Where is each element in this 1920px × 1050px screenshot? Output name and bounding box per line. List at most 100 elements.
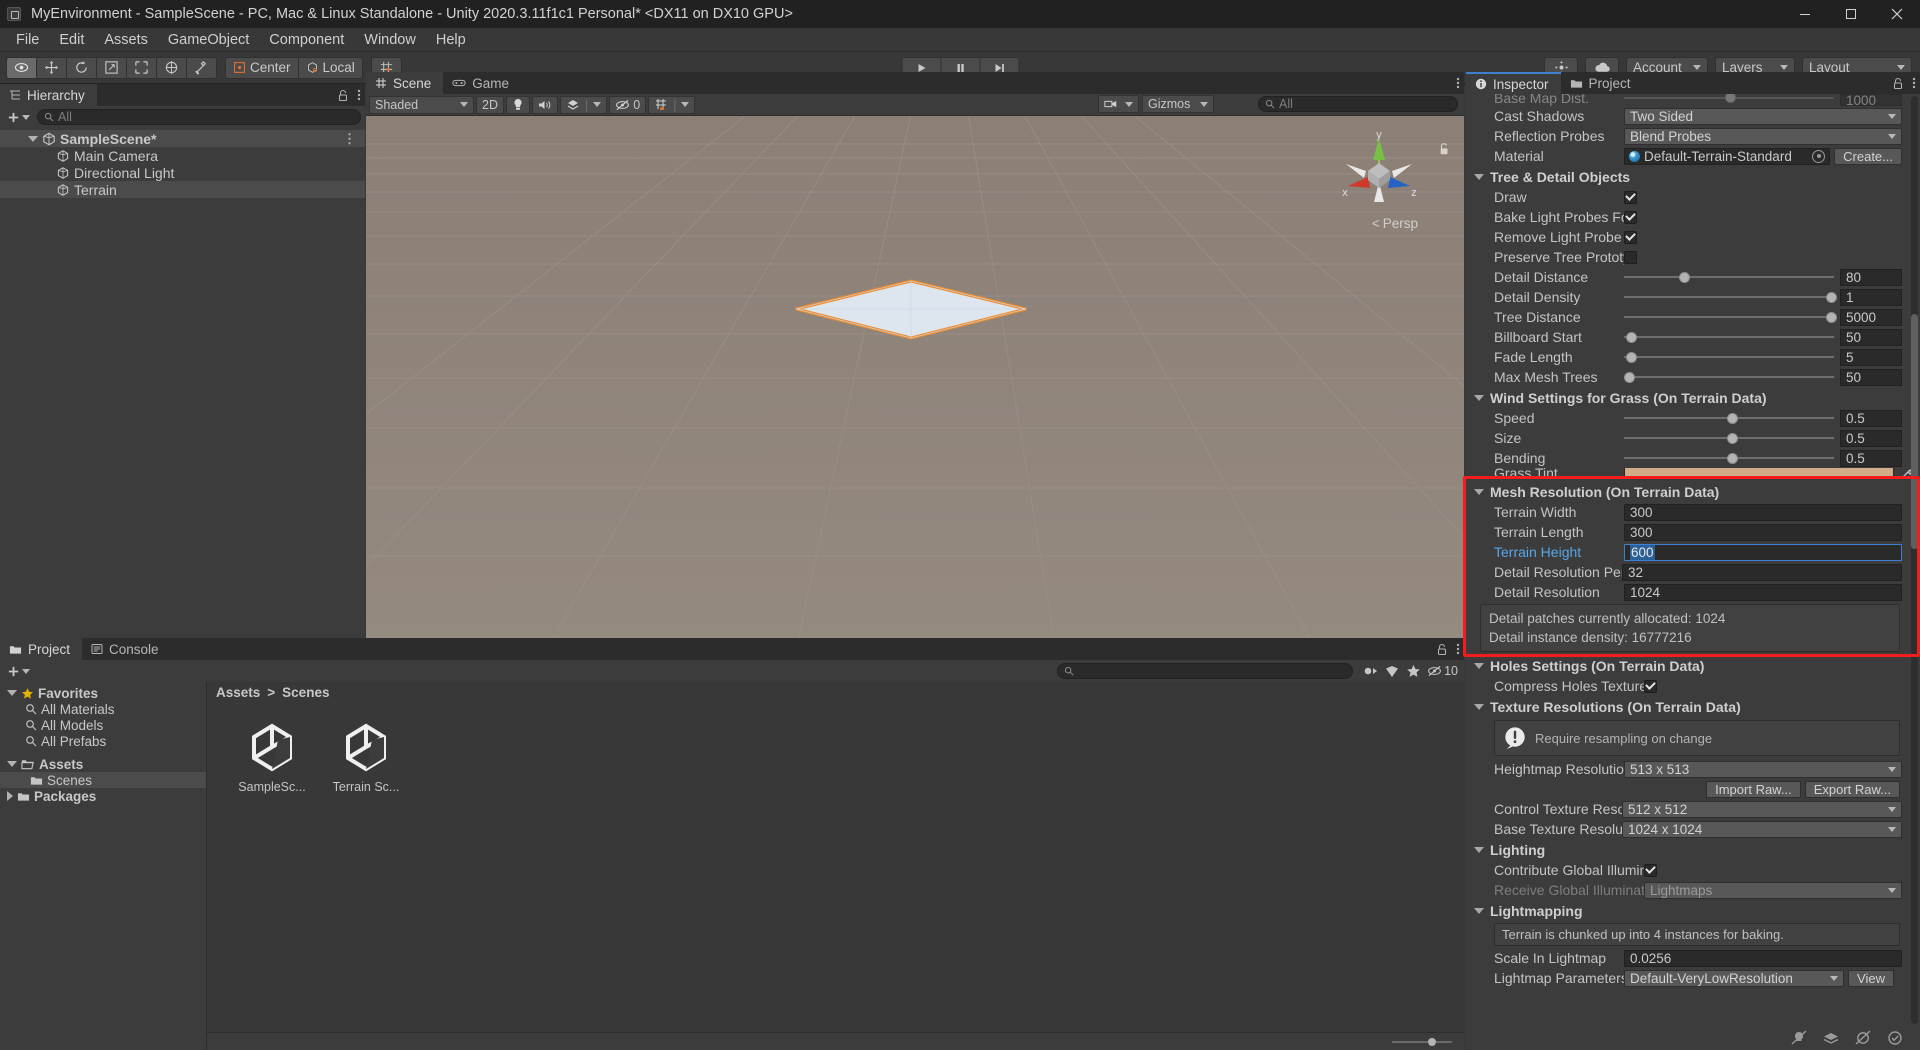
close-button[interactable] <box>1874 0 1920 28</box>
create-gameobject-button[interactable] <box>4 111 33 124</box>
inspector-row-lightmap-parameters[interactable]: Lightmap Parameters Default-VeryLowResol… <box>1466 968 1920 988</box>
no-light-icon[interactable] <box>1790 1030 1808 1046</box>
inspector-row-fade-length[interactable]: Fade Length 5 <box>1466 347 1920 367</box>
compress-holes-checkbox[interactable] <box>1644 679 1657 693</box>
inspector-row-grass-tint[interactable]: Grass Tint <box>1466 468 1920 478</box>
control-texture-resolution-dropdown[interactable]: 512 x 512 <box>1622 800 1902 818</box>
inspector-row-reflection-probes[interactable]: Reflection Probes Blend Probes <box>1466 126 1920 146</box>
collapse-arrow-icon[interactable] <box>1474 907 1484 914</box>
section-lightmapping[interactable]: Lightmapping <box>1466 900 1920 921</box>
scene-visibility-toggle[interactable]: 0 <box>609 95 647 114</box>
menu-edit[interactable]: Edit <box>49 30 94 50</box>
section-mesh-resolution[interactable]: Mesh Resolution (On Terrain Data) <box>1466 481 1920 502</box>
inspector-row-detail-resolution[interactable]: Detail Resolution 1024 <box>1466 582 1920 602</box>
inspector-row-wind-bending[interactable]: Bending 0.5 <box>1466 448 1920 468</box>
collapse-arrow-icon[interactable] <box>1474 662 1484 669</box>
minimize-button[interactable] <box>1782 0 1828 28</box>
inspector-row-cast-shadows[interactable]: Cast Shadows Two Sided <box>1466 106 1920 126</box>
move-tool-icon[interactable] <box>36 56 67 79</box>
shading-mode-dropdown[interactable]: Shaded <box>369 95 474 114</box>
heightmap-resolution-dropdown[interactable]: 513 x 513 <box>1624 760 1902 778</box>
menu-file[interactable]: File <box>6 30 49 50</box>
collapse-arrow-icon[interactable] <box>1474 394 1484 401</box>
section-wind-settings[interactable]: Wind Settings for Grass (On Terrain Data… <box>1466 387 1920 408</box>
detail-resolution-per-patch-input[interactable]: 32 <box>1622 563 1902 581</box>
tab-console[interactable]: Console <box>82 638 171 660</box>
menu-gameobject[interactable]: GameObject <box>158 30 259 50</box>
breadcrumb-scenes[interactable]: Scenes <box>282 685 329 700</box>
inspector-row-detail-resolution-per-patch[interactable]: Detail Resolution Per Patch 32 <box>1466 562 1920 582</box>
wind-bending-value[interactable]: 0.5 <box>1840 449 1902 467</box>
maximize-button[interactable] <box>1828 0 1874 28</box>
wind-speed-value[interactable]: 0.5 <box>1840 409 1902 427</box>
inspector-row-receive-gi[interactable]: Receive Global Illumination Lightmaps <box>1466 880 1920 900</box>
project-tree-scenes[interactable]: Scenes <box>0 772 206 788</box>
tab-hierarchy[interactable]: Hierarchy <box>0 84 97 106</box>
collapse-arrow-icon[interactable] <box>1474 846 1484 853</box>
inspector-row-preserve-prototype[interactable]: Preserve Tree Prototype L <box>1466 247 1920 267</box>
reflection-probes-dropdown[interactable]: Blend Probes <box>1624 127 1902 145</box>
create-asset-button[interactable] <box>4 665 33 678</box>
grid-visibility-dropdown[interactable]: | <box>648 95 696 114</box>
tree-distance-value[interactable]: 5000 <box>1840 308 1902 326</box>
inspector-row-max-mesh-trees[interactable]: Max Mesh Trees 50 <box>1466 367 1920 387</box>
detail-resolution-input[interactable]: 1024 <box>1624 583 1902 601</box>
section-tree-detail-objects[interactable]: Tree & Detail Objects <box>1466 166 1920 187</box>
tab-project[interactable]: Project <box>0 638 83 660</box>
detail-distance-slider[interactable] <box>1624 269 1834 286</box>
section-texture-resolutions[interactable]: Texture Resolutions (On Terrain Data) <box>1466 696 1920 717</box>
audio-toggle-icon[interactable] <box>531 95 558 114</box>
collapse-arrow-icon[interactable] <box>7 791 13 801</box>
expand-arrow-icon[interactable] <box>28 135 38 142</box>
hierarchy-search-input[interactable]: All <box>37 109 361 125</box>
hierarchy-item-directional-light[interactable]: Directional Light <box>0 164 365 181</box>
hierarchy-item-samplescene[interactable]: SampleScene* ⋮ <box>0 130 365 147</box>
wind-size-slider[interactable] <box>1624 430 1834 447</box>
no-shadow-icon[interactable] <box>1854 1030 1872 1046</box>
object-picker-icon[interactable] <box>1812 149 1826 163</box>
view-lightmap-parameters-button[interactable]: View <box>1848 969 1894 987</box>
slider-knob[interactable] <box>1428 1037 1436 1046</box>
contribute-gi-checkbox[interactable] <box>1644 863 1657 877</box>
inspector-row-billboard-start[interactable]: Billboard Start 50 <box>1466 327 1920 347</box>
max-mesh-trees-value[interactable]: 50 <box>1840 368 1902 386</box>
inspector-row-scale-in-lightmap[interactable]: Scale In Lightmap 0.0256 <box>1466 948 1920 968</box>
billboard-start-slider[interactable] <box>1624 329 1834 346</box>
kebab-menu-icon[interactable]: ⋮ <box>343 131 357 147</box>
export-raw-button[interactable]: Export Raw... <box>1804 780 1900 798</box>
inspector-row-material[interactable]: Material Default-Terrain-Standard Create… <box>1466 146 1920 166</box>
section-lighting[interactable]: Lighting <box>1466 839 1920 860</box>
inspector-row-compress-holes[interactable]: Compress Holes Texture <box>1466 676 1920 696</box>
gizmos-dropdown[interactable]: Gizmos <box>1142 95 1214 113</box>
project-tree-packages[interactable]: Packages <box>0 788 206 804</box>
terrain-height-input[interactable]: 600 <box>1624 543 1902 561</box>
create-material-button[interactable]: Create... <box>1834 147 1902 165</box>
custom-tool-icon[interactable] <box>186 56 217 79</box>
project-search-input[interactable] <box>1057 663 1354 679</box>
menu-help[interactable]: Help <box>426 30 476 50</box>
expand-arrow-icon[interactable] <box>7 761 17 767</box>
billboard-start-value[interactable]: 50 <box>1840 328 1902 346</box>
transform-tool-icon[interactable] <box>156 56 187 79</box>
scrollbar-thumb[interactable] <box>1911 314 1918 549</box>
lighting-toggle-icon[interactable] <box>505 95 530 114</box>
inspector-row-terrain-height[interactable]: Terrain Height 600 <box>1466 542 1920 562</box>
orientation-gizmo[interactable]: y x z <box>1336 129 1422 216</box>
inspector-row-detail-distance[interactable]: Detail Distance 80 <box>1466 267 1920 287</box>
project-tree-all-materials[interactable]: All Materials <box>0 701 206 717</box>
fade-length-value[interactable]: 5 <box>1840 348 1902 366</box>
base-texture-resolution-dropdown[interactable]: 1024 x 1024 <box>1622 820 1902 838</box>
scale-in-lightmap-input[interactable]: 0.0256 <box>1624 949 1902 967</box>
wind-bending-slider[interactable] <box>1624 450 1834 467</box>
inspector-row-detail-density[interactable]: Detail Density 1 <box>1466 287 1920 307</box>
lightmap-icon[interactable] <box>1822 1030 1840 1046</box>
expand-arrow-icon[interactable] <box>7 690 17 696</box>
projection-mode-label[interactable]: < Persp <box>1372 216 1418 231</box>
scale-tool-icon[interactable] <box>96 56 127 79</box>
terrain-width-input[interactable]: 300 <box>1624 503 1902 521</box>
inspector-row-control-texture-resolution[interactable]: Control Texture Resolution 512 x 512 <box>1466 799 1920 819</box>
menu-window[interactable]: Window <box>354 30 426 50</box>
inspector-row-draw[interactable]: Draw <box>1466 187 1920 207</box>
bake-light-probes-checkbox[interactable] <box>1624 210 1637 224</box>
tree-distance-slider[interactable] <box>1624 309 1837 326</box>
